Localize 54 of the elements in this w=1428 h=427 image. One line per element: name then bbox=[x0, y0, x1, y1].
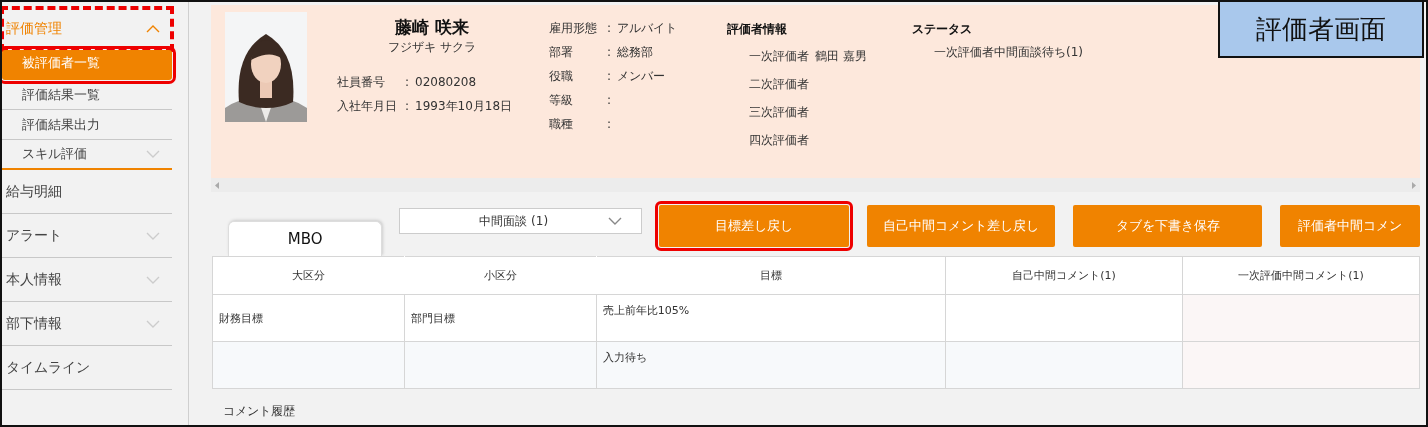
column-header: 大区分 bbox=[212, 256, 405, 295]
column-header: 一次評価中間コメント(1) bbox=[1182, 256, 1420, 295]
sidebar-item[interactable]: 評価結果出力 bbox=[2, 110, 172, 140]
status-text: 一次評価者中間面談待ち(1) bbox=[934, 44, 1083, 61]
section-title: コメント履歴 bbox=[223, 403, 296, 420]
field-label: 一次評価者 bbox=[749, 47, 809, 65]
chevron-down-icon bbox=[608, 217, 623, 225]
field-separator: : bbox=[405, 99, 410, 113]
column-header: 自己中間コメント(1) bbox=[945, 256, 1183, 295]
field-value: 02080208 bbox=[415, 75, 477, 89]
tab[interactable]: MBO bbox=[228, 221, 383, 256]
column-header: 小区分 bbox=[404, 256, 597, 295]
sidebar-group[interactable]: 本人情報 bbox=[2, 258, 172, 302]
field-value: 総務部 bbox=[617, 43, 654, 61]
field-separator: : bbox=[405, 75, 410, 89]
field-label: 社員番号 bbox=[337, 73, 386, 91]
field-separator: : bbox=[607, 45, 612, 59]
field-label: 職種 bbox=[549, 115, 574, 133]
table-cell: 入力待ち bbox=[596, 341, 946, 389]
sidebar-item[interactable]: タイムライン bbox=[2, 346, 172, 390]
horizontal-scrollbar[interactable] bbox=[211, 178, 1420, 192]
field-separator: : bbox=[607, 117, 612, 131]
field-label: 二次評価者 bbox=[749, 75, 809, 93]
field-label: 三次評価者 bbox=[749, 103, 809, 121]
field-separator: : bbox=[607, 21, 612, 35]
field-label: 部署 bbox=[549, 43, 574, 61]
field-value: メンバー bbox=[617, 67, 666, 85]
scroll-right-icon[interactable] bbox=[1412, 181, 1416, 189]
field-label: 等級 bbox=[549, 91, 574, 109]
field-value: 1993年10月18日 bbox=[415, 97, 513, 115]
table-cell: 売上前年比105% bbox=[596, 294, 946, 342]
annotation-label: 評価者画面 bbox=[1218, 2, 1424, 58]
field-label: 役職 bbox=[549, 67, 574, 85]
table-cell: 財務目標 bbox=[212, 294, 405, 342]
sidebar-item[interactable]: 評価結果一覧 bbox=[2, 80, 172, 110]
field-label: 雇用形態 bbox=[549, 19, 598, 37]
field-label: 入社年月日 bbox=[337, 97, 398, 115]
sidebar-item[interactable]: スキル評価 bbox=[2, 140, 172, 170]
scroll-left-icon[interactable] bbox=[215, 181, 219, 189]
section-title: 評価者情報 bbox=[727, 21, 788, 38]
field-value: 鶴田 嘉男 bbox=[815, 47, 867, 65]
sidebar-item[interactable]: 給与明細 bbox=[2, 170, 172, 214]
field-separator: : bbox=[607, 69, 612, 83]
field-separator: : bbox=[607, 93, 612, 107]
section-title: ステータス bbox=[912, 21, 973, 38]
employee-kana: フジザキ サクラ bbox=[388, 39, 476, 56]
phase-dropdown[interactable]: 中間面談 (1) bbox=[399, 208, 642, 234]
employee-name: 藤崎 咲来 bbox=[395, 16, 469, 39]
column-header: 目標 bbox=[596, 256, 946, 295]
field-label: 四次評価者 bbox=[749, 131, 809, 149]
field-value: アルバイト bbox=[617, 19, 678, 37]
table-cell: 部門目標 bbox=[404, 294, 597, 342]
sidebar-group[interactable]: 部下情報 bbox=[2, 302, 172, 346]
sidebar-group[interactable]: アラート bbox=[2, 214, 172, 258]
